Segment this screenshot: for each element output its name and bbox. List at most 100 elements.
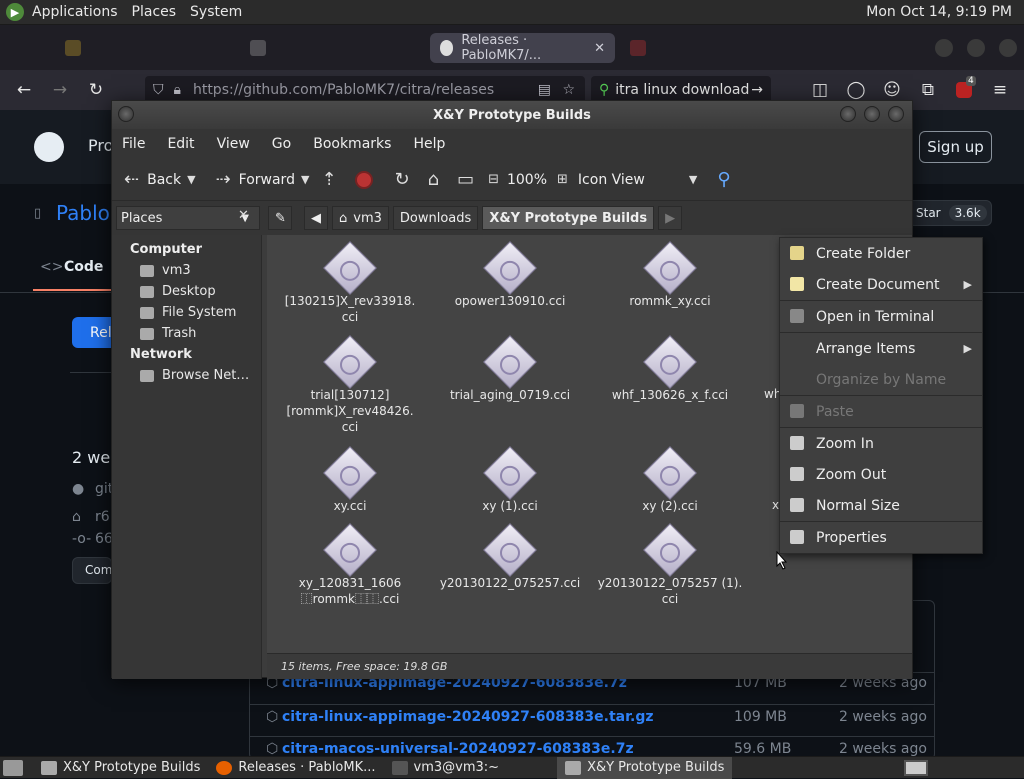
asset-link[interactable]: citra-linux-appimage-20240927-608383e.ta…: [282, 709, 654, 725]
search-icon[interactable]: ⚲: [717, 169, 730, 190]
tab-code[interactable]: Code: [64, 259, 103, 275]
minimize-window-button[interactable]: [935, 39, 953, 57]
sidebar-item-filesystem[interactable]: File System: [112, 302, 261, 323]
menu-help[interactable]: Help: [413, 136, 445, 152]
browser-tab-1[interactable]: [55, 33, 235, 63]
show-desktop-icon[interactable]: [3, 759, 23, 776]
taskbar-label: X&Y Prototype Builds: [63, 760, 201, 775]
file-item[interactable]: opower130910.cci: [435, 241, 585, 309]
menu-applications[interactable]: Applications: [32, 4, 118, 20]
menu-item-properties[interactable]: Properties: [780, 522, 982, 553]
github-logo-icon[interactable]: [34, 132, 64, 162]
breadcrumb-vm3[interactable]: ⌂ vm3: [332, 206, 389, 230]
bookmark-star-icon[interactable]: ☆: [562, 82, 575, 98]
computer-icon[interactable]: ▭: [457, 169, 474, 190]
sidebar-item-browse-network[interactable]: Browse Net…: [112, 365, 261, 386]
file-item[interactable]: y20130122_075257.cci: [435, 523, 585, 591]
repo-owner-link[interactable]: Pablo: [56, 201, 110, 225]
browser-tab-4[interactable]: [620, 33, 740, 63]
compare-button[interactable]: Com: [72, 557, 112, 584]
menu-item-normal-size[interactable]: Normal Size: [780, 490, 982, 521]
reload-icon[interactable]: ↻: [395, 169, 410, 190]
menu-edit[interactable]: Edit: [167, 136, 194, 152]
close-window-button[interactable]: [999, 39, 1017, 57]
stop-icon[interactable]: [354, 170, 373, 189]
file-item[interactable]: xy (2).cci: [595, 446, 745, 514]
star-button[interactable]: Star 3.6k: [908, 200, 992, 226]
menu-item-zoom-out[interactable]: Zoom Out: [780, 459, 982, 490]
file-item[interactable]: xy_120831_1606 ⿰rommk⿰⿰.cci: [275, 523, 425, 607]
sign-up-button[interactable]: Sign up: [919, 131, 992, 163]
menu-places[interactable]: Places: [132, 4, 177, 20]
menu-system[interactable]: System: [190, 4, 242, 20]
zoom-in-icon[interactable]: ⊞: [557, 172, 568, 187]
back-arrow-icon[interactable]: ←: [12, 78, 36, 102]
clock[interactable]: Mon Oct 14, 9:19 PM: [866, 4, 1012, 20]
browser-tab-releases[interactable]: Releases · PabloMK7/... ✕: [430, 33, 615, 63]
zoom-out-icon[interactable]: ⊟: [488, 172, 499, 187]
home-icon[interactable]: ⌂: [428, 169, 439, 190]
workspace-switcher-icon[interactable]: [904, 759, 928, 776]
file-item[interactable]: rommk_xy.cci: [595, 241, 745, 309]
hamburger-menu-icon[interactable]: ≡: [988, 78, 1012, 102]
maximize-button[interactable]: [864, 106, 880, 122]
menu-file[interactable]: File: [122, 136, 145, 152]
taskbar-item-terminal[interactable]: vm3@vm3:~: [384, 757, 508, 779]
taskbar-item-file-manager[interactable]: X&Y Prototype Builds: [33, 757, 208, 779]
back-history-dropdown-icon[interactable]: ▼: [187, 173, 195, 186]
menu-item-create-folder[interactable]: Create Folder: [780, 238, 982, 269]
mint-logo-icon[interactable]: ▶: [6, 3, 24, 21]
view-dropdown-icon[interactable]: ▼: [689, 173, 697, 186]
file-item[interactable]: [130215]X_rev33918. cci: [275, 241, 425, 325]
window-titlebar[interactable]: X&Y Prototype Builds: [112, 101, 912, 129]
release-tag[interactable]: r6: [95, 509, 110, 525]
reload-icon[interactable]: ↻: [84, 78, 108, 102]
close-sidebar-icon[interactable]: ✕: [238, 208, 249, 223]
view-selector[interactable]: Icon View: [578, 172, 645, 188]
taskbar-item-firefox[interactable]: Releases · PabloMK...: [208, 757, 383, 779]
breadcrumb-downloads[interactable]: Downloads: [392, 206, 479, 230]
breadcrumb-next-icon[interactable]: ▶: [658, 206, 683, 230]
sidebar-item-trash[interactable]: Trash: [112, 323, 261, 344]
file-item[interactable]: xy (1).cci: [435, 446, 585, 514]
menu-item-label: Properties: [816, 529, 887, 546]
sidebar-item-desktop[interactable]: Desktop: [112, 281, 261, 302]
menu-go[interactable]: Go: [272, 136, 291, 152]
browser-tab-2[interactable]: [240, 33, 425, 63]
account-icon[interactable]: ☺: [880, 78, 904, 102]
close-button[interactable]: [888, 106, 904, 122]
taskbar-item-file-manager-active[interactable]: X&Y Prototype Builds: [557, 756, 733, 779]
back-button[interactable]: ⇠ Back: [118, 169, 187, 190]
menu-bookmarks[interactable]: Bookmarks: [313, 136, 391, 152]
edit-location-icon[interactable]: ✎: [268, 206, 292, 230]
sidebar-item-vm3[interactable]: vm3: [112, 260, 261, 281]
go-arrow-icon[interactable]: →: [751, 82, 763, 98]
file-item[interactable]: xy.cci: [275, 446, 425, 514]
breadcrumb-prev-icon[interactable]: ◀: [304, 206, 328, 230]
file-item[interactable]: trial[130712] [rommk]X_rev48426. cci: [275, 335, 425, 435]
file-item[interactable]: trial_aging_0719.cci: [435, 335, 585, 403]
github-nav-product[interactable]: Pro: [88, 136, 113, 155]
releases-button[interactable]: Rel: [72, 317, 112, 348]
forward-history-dropdown-icon[interactable]: ▼: [301, 173, 309, 186]
file-item[interactable]: whf_130626_x_f.cci: [595, 335, 745, 403]
menu-item-open-terminal[interactable]: Open in Terminal: [780, 301, 982, 332]
sync-icon[interactable]: ◯: [844, 78, 868, 102]
asset-link[interactable]: citra-macos-universal-20240927-608383e.7…: [282, 741, 634, 757]
menu-item-create-document[interactable]: Create Document ▶: [780, 269, 982, 300]
window-menu-button[interactable]: [118, 106, 134, 122]
menu-item-arrange-items[interactable]: Arrange Items ▶: [780, 333, 982, 364]
minimize-button[interactable]: [840, 106, 856, 122]
breadcrumb-current[interactable]: X&Y Prototype Builds: [482, 206, 655, 230]
maximize-window-button[interactable]: [967, 39, 985, 57]
reader-view-icon[interactable]: ▤: [538, 82, 551, 98]
pocket-icon[interactable]: ◫: [808, 78, 832, 102]
menu-item-zoom-in[interactable]: Zoom In: [780, 428, 982, 459]
close-tab-icon[interactable]: ✕: [594, 41, 605, 56]
forward-arrow-icon[interactable]: →: [48, 78, 72, 102]
menu-view[interactable]: View: [217, 136, 250, 152]
up-icon[interactable]: ⇡: [321, 169, 336, 190]
forward-button[interactable]: ⇢ Forward: [210, 169, 301, 190]
extensions-icon[interactable]: ⧉: [916, 78, 940, 102]
file-item[interactable]: y20130122_075257 (1). cci: [595, 523, 745, 607]
